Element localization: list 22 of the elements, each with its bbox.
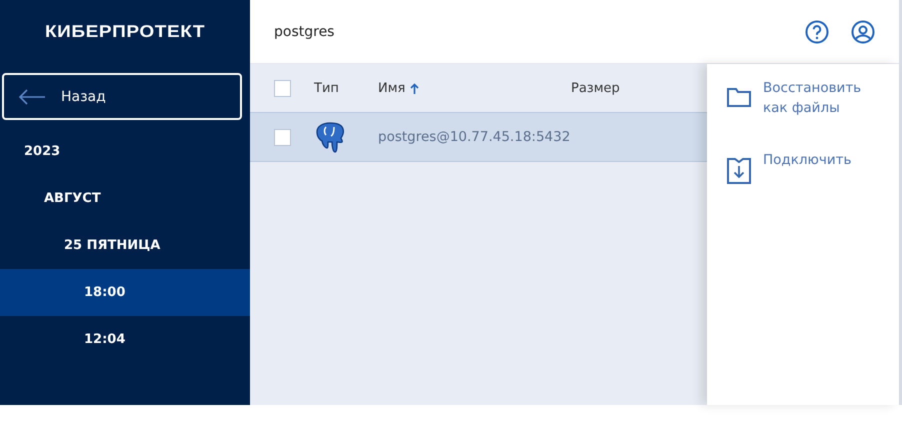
select-all-checkbox[interactable] — [274, 80, 291, 96]
download-icon — [727, 158, 751, 184]
row-checkbox[interactable] — [274, 128, 291, 146]
tree-item[interactable]: 12:04 — [0, 316, 250, 363]
tree-item[interactable]: 25 ПЯТНИЦА — [0, 222, 250, 269]
tree-item[interactable]: 18:00 — [0, 269, 250, 316]
logo: КИБЕРПРОТЕКТ — [44, 21, 206, 43]
help-icon[interactable] — [805, 20, 829, 44]
page-title: postgres — [274, 24, 336, 40]
back-arrow-icon — [18, 88, 46, 104]
column-header[interactable]: Тип — [314, 80, 356, 96]
back-button[interactable]: Назад — [2, 73, 242, 120]
table-cell: postgres@10.77.45.18:5432 — [378, 129, 570, 145]
folder-icon — [727, 86, 751, 108]
tree-item[interactable]: АВГУСТ — [0, 175, 250, 222]
action-link[interactable]: Восстановить как файлы — [707, 78, 899, 118]
column-header[interactable]: Размер — [571, 80, 620, 96]
tree-item[interactable]: 2023 — [0, 128, 250, 175]
table-row[interactable]: postgres@10.77.45.18:5432 — [250, 113, 707, 162]
account-icon[interactable] — [851, 20, 875, 44]
action-link[interactable]: Подключить — [707, 150, 899, 184]
column-header[interactable]: Имя — [378, 80, 571, 96]
